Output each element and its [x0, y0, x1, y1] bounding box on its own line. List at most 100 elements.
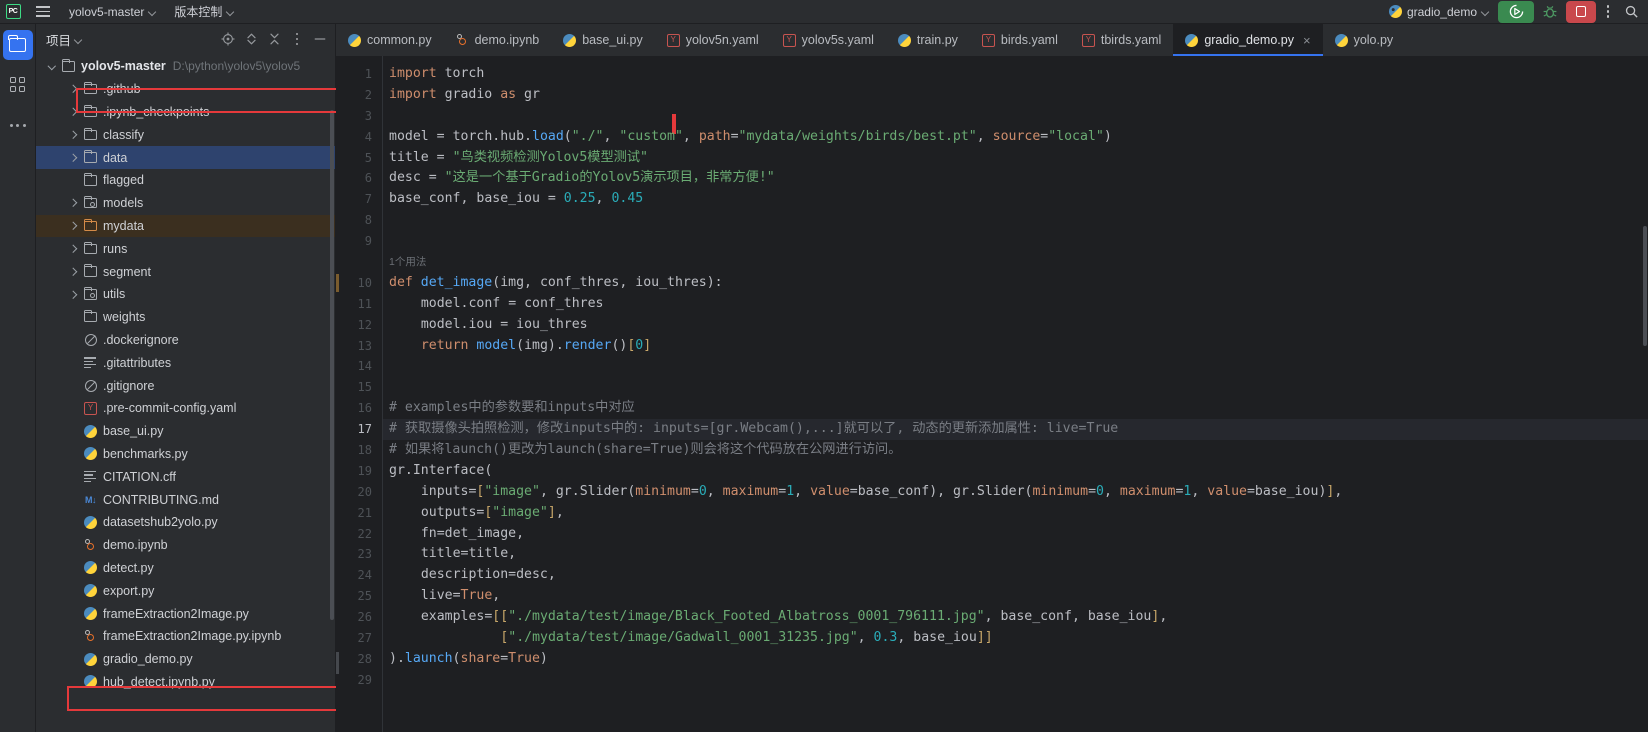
select-opened-file-icon[interactable]: [217, 28, 239, 50]
tab-common-py[interactable]: common.py: [336, 24, 444, 56]
tree-node-data[interactable]: data: [36, 146, 335, 169]
code-line[interactable]: fn=det_image,: [383, 524, 1648, 545]
code-line[interactable]: model.iou = iou_thres: [383, 315, 1648, 336]
tree-node-mydata[interactable]: mydata: [36, 214, 335, 238]
editor-scrollbar[interactable]: [1643, 226, 1647, 346]
tab-birds-yaml[interactable]: Ybirds.yaml: [970, 24, 1070, 56]
tree-node--pre-commit-config-yaml[interactable]: Y .pre-commit-config.yaml: [36, 397, 335, 420]
tree-node--gitattributes[interactable]: .gitattributes: [36, 351, 335, 374]
tab-base-ui-py[interactable]: base_ui.py: [551, 24, 654, 56]
chevron-down-icon[interactable]: [44, 65, 59, 69]
chevron-right-icon[interactable]: [66, 86, 81, 92]
tree-node-demo-ipynb[interactable]: demo.ipynb: [36, 534, 335, 557]
tree-node--ipynb-checkpoints[interactable]: .ipynb_checkpoints: [36, 101, 335, 124]
chevron-down-icon[interactable]: [75, 36, 82, 43]
code-line[interactable]: [383, 106, 1648, 127]
run-configuration-selector[interactable]: gradio_demo: [1383, 5, 1495, 19]
tree-node--gitignore[interactable]: .gitignore: [36, 374, 335, 397]
tree-node-citation-cff[interactable]: CITATION.cff: [36, 465, 335, 488]
tab-tbirds-yaml[interactable]: Ytbirds.yaml: [1070, 24, 1173, 56]
tree-node-detect-py[interactable]: detect.py: [36, 557, 335, 580]
more-horizontal-icon[interactable]: [3, 110, 33, 140]
code-line[interactable]: examples=[["./mydata/test/image/Black_Fo…: [383, 607, 1648, 628]
tree-node--dockerignore[interactable]: .dockerignore: [36, 329, 335, 352]
tab-gradio-demo-py[interactable]: gradio_demo.py ×: [1173, 24, 1323, 56]
usage-hint[interactable]: 1个用法: [383, 252, 1648, 273]
vcs-dropdown[interactable]: 版本控制: [165, 0, 243, 24]
tab-yolov5s-yaml[interactable]: Yyolov5s.yaml: [771, 24, 886, 56]
chevron-right-icon[interactable]: [66, 246, 81, 252]
code-line[interactable]: [383, 356, 1648, 377]
code-line[interactable]: title = "鸟类视频检测Yolov5模型测试": [383, 148, 1648, 169]
chevron-right-icon[interactable]: [66, 200, 81, 206]
project-tree[interactable]: yolov5-master D:\python\yolov5\yolov5 .git…: [36, 54, 335, 732]
tree-node-benchmarks-py[interactable]: benchmarks.py: [36, 443, 335, 466]
hamburger-menu-icon[interactable]: [26, 0, 60, 24]
project-folder-icon[interactable]: [2, 30, 33, 60]
tree-node-frameextraction2image-py[interactable]: frameExtraction2Image.py: [36, 602, 335, 625]
project-name-dropdown[interactable]: yolov5-master: [60, 0, 165, 24]
code-line[interactable]: ).launch(share=True): [383, 649, 1648, 670]
code-line[interactable]: import gradio as gr: [383, 85, 1648, 106]
tree-node-export-py[interactable]: export.py: [36, 579, 335, 602]
options-menu-icon[interactable]: [286, 28, 308, 50]
code-line[interactable]: # 如果将launch()更改为launch(share=True)则会将这个代…: [383, 440, 1648, 461]
tree-node-base-ui-py[interactable]: base_ui.py: [36, 420, 335, 443]
code-line[interactable]: [383, 231, 1648, 252]
code-line[interactable]: live=True,: [383, 586, 1648, 607]
code-line[interactable]: [383, 670, 1648, 691]
tab-demo-ipynb[interactable]: demo.ipynb: [444, 24, 552, 56]
editor-tab-bar[interactable]: common.py demo.ipynb base_ui.py Yyolov5n.ya…: [336, 24, 1648, 56]
code-line[interactable]: def det_image(img, conf_thres, iou_thres…: [383, 273, 1648, 294]
code-line[interactable]: ["./mydata/test/image/Gadwall_0001_31235…: [383, 628, 1648, 649]
tree-node-segment[interactable]: segment: [36, 260, 335, 283]
chevron-right-icon[interactable]: [66, 132, 81, 138]
tree-node-datasetshub2yolo-py[interactable]: datasetshub2yolo.py: [36, 511, 335, 534]
code-line[interactable]: import torch: [383, 64, 1648, 85]
tree-node-hub-detect-ipynb-py[interactable]: hub_detect.ipynb.py: [36, 671, 335, 694]
tree-node-runs[interactable]: runs: [36, 237, 335, 260]
close-icon[interactable]: ×: [1303, 34, 1311, 47]
chevron-right-icon[interactable]: [66, 109, 81, 115]
tree-node-models[interactable]: models: [36, 192, 335, 215]
tree-node-flagged[interactable]: flagged: [36, 169, 335, 192]
code-line[interactable]: base_conf, base_iou = 0.25, 0.45: [383, 189, 1648, 210]
tab-yolo-py[interactable]: yolo.py: [1323, 24, 1406, 56]
tree-node-utils[interactable]: utils: [36, 283, 335, 306]
tab-train-py[interactable]: train.py: [886, 24, 970, 56]
tree-node--github[interactable]: .github: [36, 78, 335, 101]
code-line[interactable]: inputs=["image", gr.Slider(minimum=0, ma…: [383, 482, 1648, 503]
tree-node-weights[interactable]: weights: [36, 306, 335, 329]
chevron-right-icon[interactable]: [66, 223, 81, 229]
code-line[interactable]: outputs=["image"],: [383, 503, 1648, 524]
code-line[interactable]: model.conf = conf_thres: [383, 294, 1648, 315]
structure-squares-icon[interactable]: [3, 70, 33, 100]
run-button[interactable]: [1498, 0, 1534, 23]
code-line[interactable]: return model(img).render()[0]: [383, 336, 1648, 357]
chevron-right-icon[interactable]: [66, 269, 81, 275]
chevron-right-icon[interactable]: [66, 155, 81, 161]
hide-panel-icon[interactable]: [309, 28, 331, 50]
code-line[interactable]: desc = "这是一个基于Gradio的Yolov5演示项目，非常方便!": [383, 168, 1648, 189]
code-line[interactable]: gr.Interface(: [383, 461, 1648, 482]
code-viewport[interactable]: 123456789.101112131415161718192021222324…: [336, 56, 1648, 732]
code-content[interactable]: import torch import gradio as gr model = t…: [382, 56, 1648, 732]
tree-node-contributing-md[interactable]: M↓ CONTRIBUTING.md: [36, 488, 335, 511]
collapse-all-icon[interactable]: [263, 28, 285, 50]
more-vertical-icon[interactable]: [1599, 1, 1617, 23]
chevron-right-icon[interactable]: [66, 292, 81, 298]
debug-button[interactable]: [1537, 1, 1563, 23]
search-icon[interactable]: [1620, 1, 1642, 23]
code-line[interactable]: # examples中的参数要和inputs中对应: [383, 398, 1648, 419]
code-line[interactable]: # 获取摄像头拍照检测，修改inputs中的: inputs=[gr.Webca…: [383, 419, 1648, 441]
code-line[interactable]: [383, 210, 1648, 231]
tree-node-yolov5-master[interactable]: yolov5-master D:\python\yolov5\yolov5: [36, 55, 335, 78]
tree-node-classify[interactable]: classify: [36, 123, 335, 146]
tree-node-gradio-demo-py[interactable]: gradio_demo.py: [36, 648, 335, 671]
code-line[interactable]: [383, 377, 1648, 398]
code-line[interactable]: model = torch.hub.load("./", "custom", p…: [383, 127, 1648, 148]
expand-collapse-icon[interactable]: [240, 28, 262, 50]
stop-button[interactable]: [1566, 0, 1596, 23]
tab-yolov5n-yaml[interactable]: Yyolov5n.yaml: [655, 24, 771, 56]
code-line[interactable]: title=title,: [383, 544, 1648, 565]
